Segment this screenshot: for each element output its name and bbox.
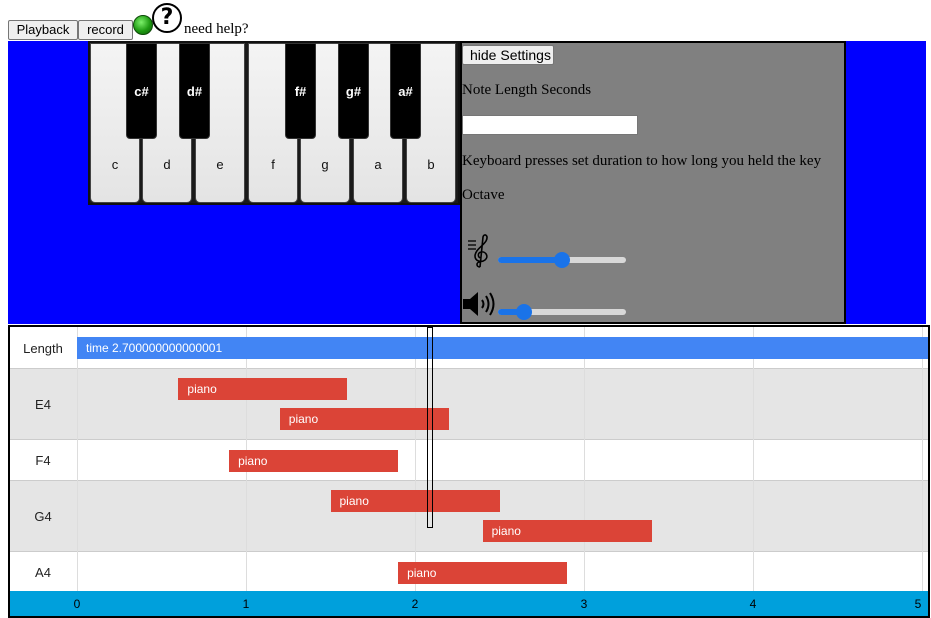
row-label: Length <box>23 341 63 356</box>
key-label: f# <box>294 84 307 99</box>
time-axis: 0 1 2 3 4 5 <box>10 591 928 616</box>
octave-slider[interactable] <box>498 252 626 268</box>
piano-key-a-sharp[interactable]: a# <box>390 43 421 139</box>
playback-button[interactable]: Playback <box>8 20 78 40</box>
axis-tick-label: 4 <box>749 597 757 611</box>
grid-line <box>753 327 754 593</box>
key-label: d <box>163 157 171 172</box>
key-label: f <box>271 157 275 172</box>
timeline-row-f4: F4 <box>10 440 928 481</box>
note-bar[interactable]: piano <box>398 561 568 584</box>
note-bar[interactable]: piano <box>279 408 449 430</box>
note-bar[interactable]: piano <box>229 449 399 472</box>
row-label: E4 <box>35 397 51 412</box>
axis-tick-label: 1 <box>242 597 250 611</box>
row-label: A4 <box>35 565 51 580</box>
key-label: c# <box>134 84 149 99</box>
hide-settings-button[interactable]: hide Settings <box>462 45 554 65</box>
key-label: c <box>111 157 119 172</box>
axis-tick-label: 5 <box>914 597 922 611</box>
grid-line <box>584 327 585 593</box>
octave-slider-thumb[interactable] <box>554 252 570 268</box>
octave-slider-fill <box>498 257 562 263</box>
row-label: F4 <box>35 453 51 468</box>
timeline-row-e4: E4 <box>10 369 928 440</box>
record-button[interactable]: record <box>78 20 133 40</box>
help-link[interactable]: need help? <box>184 21 249 38</box>
instrument-panel: c d e f g a b c# d# f# g# a# hide Settin… <box>8 41 926 324</box>
settings-panel: hide Settings Note Length Seconds Keyboa… <box>460 41 846 324</box>
piano-keyboard: c d e f g a b c# d# f# g# a# <box>88 41 460 205</box>
key-label: a# <box>398 84 413 99</box>
volume-slider-thumb[interactable] <box>515 304 532 320</box>
grid-line <box>922 327 923 593</box>
piano-key-d-sharp[interactable]: d# <box>179 43 210 139</box>
toolbar: Playback record ? need help? <box>8 0 908 40</box>
treble-clef-icon <box>468 234 488 268</box>
volume-slider[interactable] <box>498 304 626 320</box>
note-timeline[interactable]: Length E4 F4 G4 A4 time 2.70000000000000… <box>8 325 930 618</box>
note-bar[interactable]: piano <box>482 520 652 542</box>
axis-tick-label: 0 <box>73 597 81 611</box>
key-label: d# <box>186 84 203 99</box>
axis-tick-label: 3 <box>580 597 588 611</box>
axis-tick-label: 2 <box>411 597 419 611</box>
keyboard-duration-hint: Keyboard presses set duration to how lon… <box>462 153 822 169</box>
grid-line <box>77 327 78 593</box>
key-label: g <box>321 157 329 172</box>
octave-label: Octave <box>462 187 505 203</box>
key-label: e <box>216 157 224 172</box>
note-bar[interactable]: piano <box>178 378 348 400</box>
question-mark-icon[interactable]: ? <box>152 3 182 33</box>
length-bar[interactable]: time 2.700000000000001 <box>77 337 928 359</box>
key-label: b <box>427 157 435 172</box>
playhead-cursor[interactable] <box>427 327 433 528</box>
key-label: g# <box>345 84 362 99</box>
key-label: a <box>374 157 382 172</box>
piano-key-f-sharp[interactable]: f# <box>285 43 316 139</box>
piano-key-c-sharp[interactable]: c# <box>126 43 157 139</box>
status-led-icon <box>133 15 153 35</box>
note-length-input[interactable] <box>462 115 638 135</box>
piano-key-g-sharp[interactable]: g# <box>338 43 369 139</box>
grid-line <box>415 327 416 593</box>
speaker-icon <box>463 292 495 316</box>
note-bar[interactable]: piano <box>330 490 500 512</box>
row-label: G4 <box>34 509 52 524</box>
note-length-label: Note Length Seconds <box>462 82 592 98</box>
